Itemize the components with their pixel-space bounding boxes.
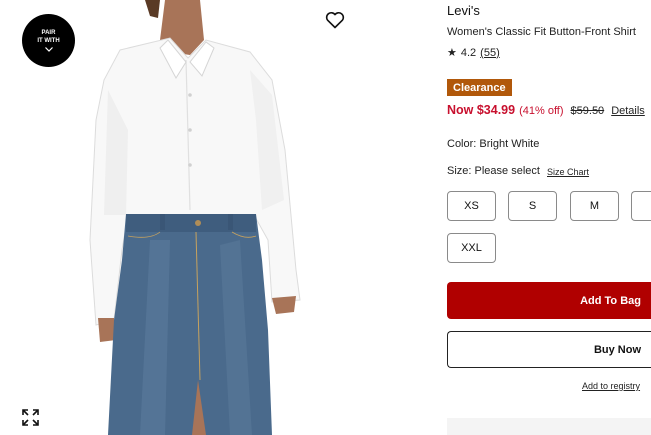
product-details-panel: Levi's Women's Classic Fit Button-Front … <box>447 0 651 435</box>
size-option-s[interactable]: S <box>508 191 557 221</box>
add-to-bag-button[interactable]: Add To Bag <box>447 282 651 319</box>
size-option-m[interactable]: M <box>570 191 619 221</box>
rating-value: 4.2 <box>460 46 477 59</box>
chevron-down-icon <box>44 47 53 52</box>
product-image-gallery[interactable]: PAIR IT WITH <box>0 0 375 435</box>
price-row: Now $34.99 (41% off) $59.50 Details <box>447 103 645 117</box>
original-price: $59.50 <box>570 105 605 117</box>
product-page: PAIR IT WITH Levi's Women's Classic Fit … <box>0 0 651 435</box>
price-details-link[interactable]: Details <box>611 105 645 117</box>
product-title: Women's Classic Fit Button-Front Shirt <box>447 26 636 38</box>
size-chart-link[interactable]: Size Chart <box>547 167 589 177</box>
add-to-registry-link[interactable]: Add to registry <box>582 381 640 391</box>
heart-icon[interactable] <box>325 11 345 29</box>
size-option-xs[interactable]: XS <box>447 191 496 221</box>
review-count-link[interactable]: (55) <box>480 47 500 59</box>
color-label: Color: Bright White <box>447 138 540 150</box>
size-option-xxl[interactable]: XXL <box>447 233 496 263</box>
clearance-badge: Clearance <box>447 79 512 96</box>
pair-it-with-button[interactable]: PAIR IT WITH <box>22 14 75 67</box>
discount-percent: (41% off) <box>519 105 564 117</box>
pair-badge-line2: IT WITH <box>37 38 60 44</box>
star-icon: ★ <box>447 47 457 59</box>
size-label: Size: Please select <box>447 165 540 177</box>
buy-now-button[interactable]: Buy Now <box>447 331 651 368</box>
sale-price: Now $34.99 <box>447 103 516 117</box>
pair-badge-line1: PAIR <box>41 30 56 36</box>
bottom-section <box>447 418 651 435</box>
rating-summary: ★ 4.2 (55) <box>447 46 500 60</box>
size-option-l[interactable]: L <box>631 191 651 221</box>
expand-icon[interactable] <box>22 409 39 426</box>
brand-name[interactable]: Levi's <box>447 3 480 18</box>
